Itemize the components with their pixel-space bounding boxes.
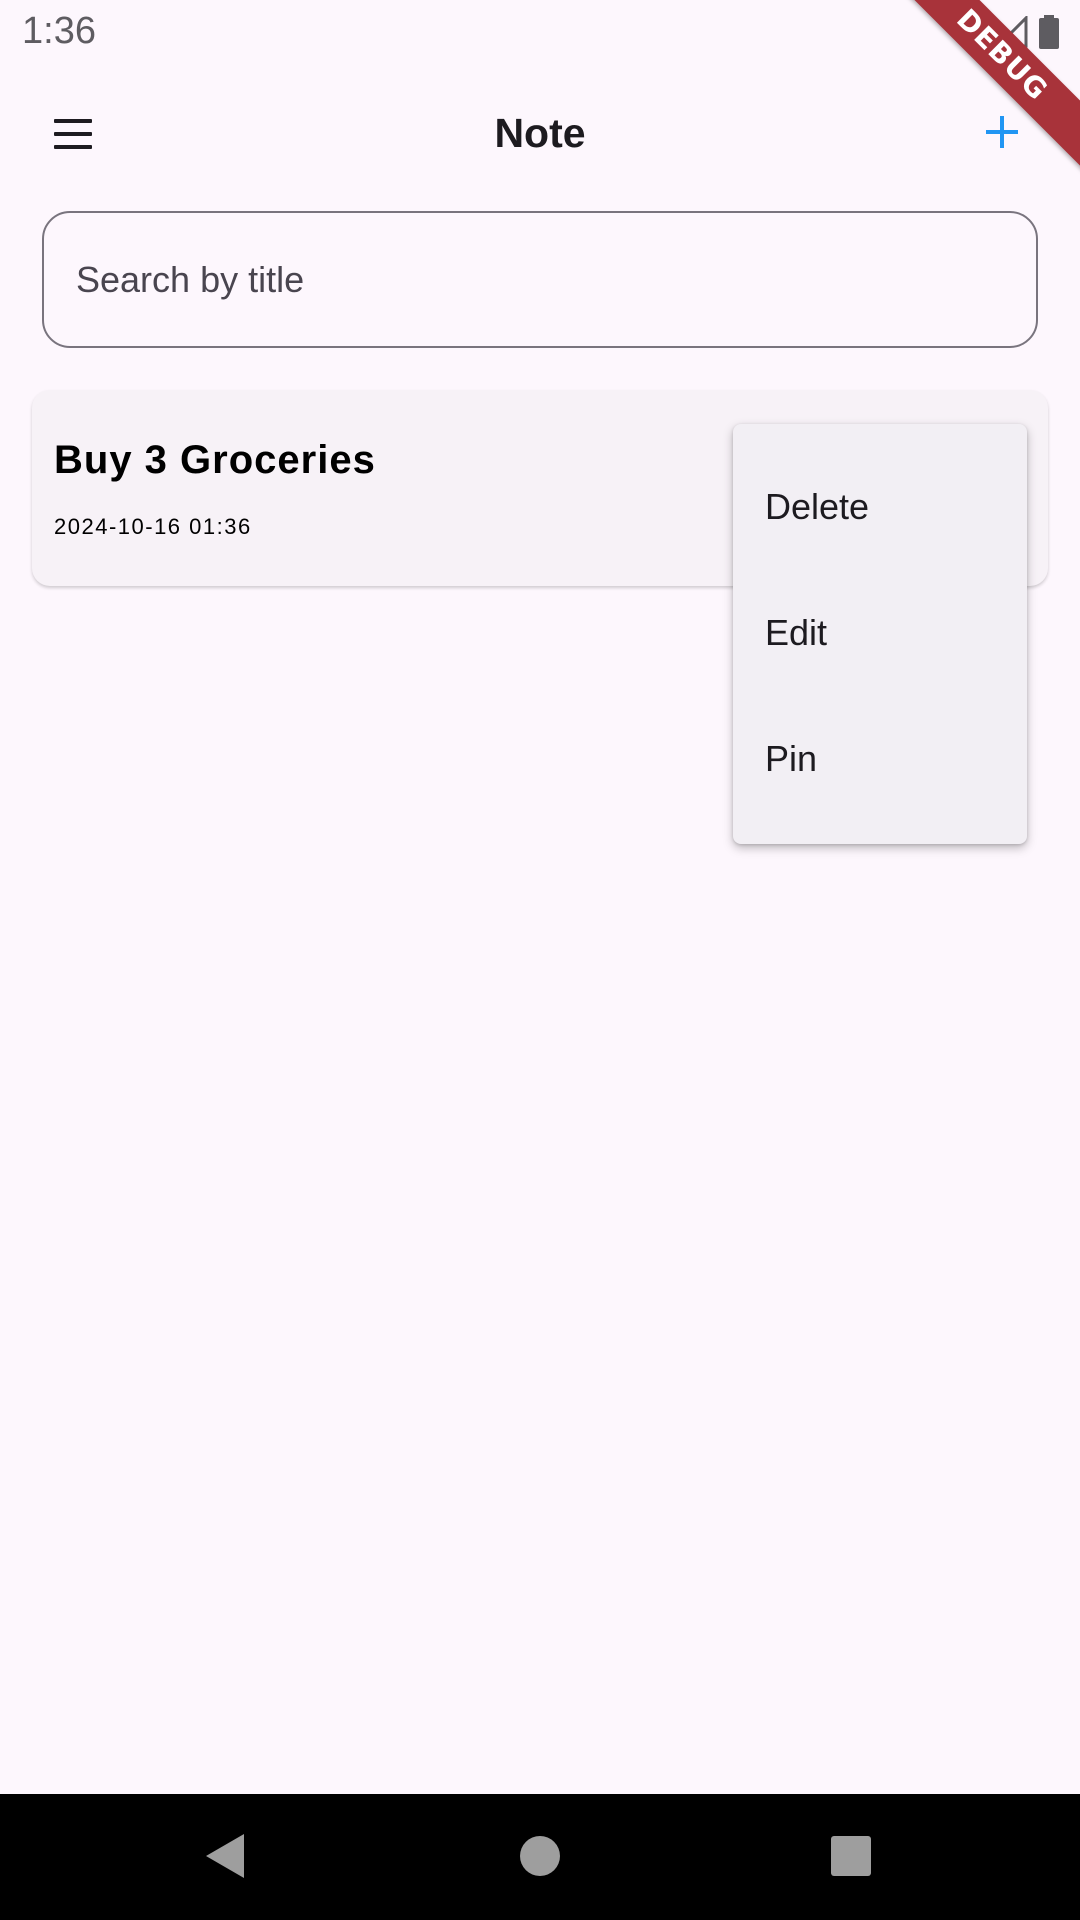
battery-icon	[1039, 15, 1059, 49]
system-nav-bar	[0, 1794, 1080, 1920]
note-date: 2024-10-16 01:36	[54, 514, 252, 539]
menu-item-delete[interactable]: Delete	[733, 444, 1027, 570]
note-title: Buy 3 Groceries	[54, 438, 376, 482]
menu-item-edit[interactable]: Edit	[733, 570, 1027, 696]
search-input[interactable]	[74, 213, 994, 346]
page-title: Note	[494, 110, 586, 156]
search-field[interactable]	[42, 211, 1038, 348]
status-bar: 1:36	[0, 0, 1080, 66]
status-time: 1:36	[22, 10, 96, 52]
menu-item-pin[interactable]: Pin	[733, 696, 1027, 822]
app-bar: Note	[0, 66, 1080, 206]
add-note-button[interactable]	[972, 102, 1032, 162]
back-icon[interactable]	[206, 1834, 244, 1878]
popup-menu: Delete Edit Pin	[733, 424, 1027, 844]
recents-icon[interactable]	[831, 1836, 871, 1876]
home-icon[interactable]	[520, 1836, 560, 1876]
